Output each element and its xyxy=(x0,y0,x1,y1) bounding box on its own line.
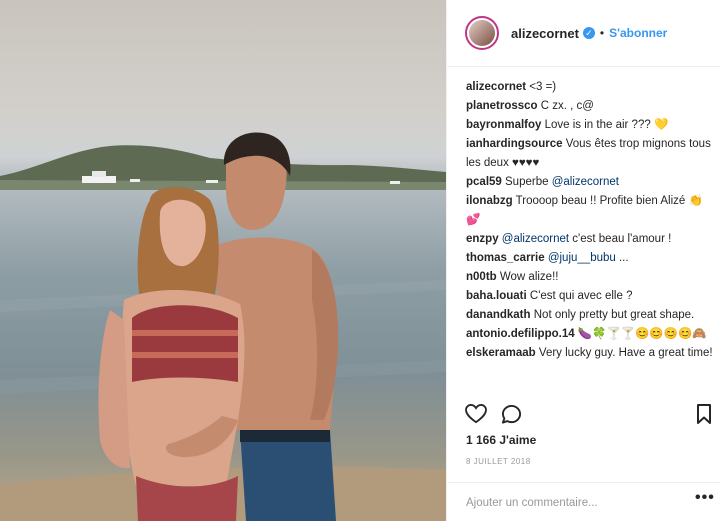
comment-mention[interactable]: @alizecornet xyxy=(502,233,569,245)
comment-username[interactable]: n00tb xyxy=(466,271,497,283)
comment-text: Love is in the air ??? 💛 xyxy=(544,119,669,131)
comment-username[interactable]: bayronmalfoy xyxy=(466,119,541,131)
comment-item: n00tb Wow alize!! xyxy=(466,268,716,287)
comment-text: Very lucky guy. Have a great time! xyxy=(538,347,713,359)
comments-list[interactable]: alizecornet <3 =) planetrossco C zx. , c… xyxy=(466,78,716,390)
comment-text: C zx. , c@ xyxy=(540,100,594,112)
avatar-image xyxy=(469,20,495,46)
comment-text: Not only pretty but great shape. xyxy=(533,309,695,321)
couple-beach-photo xyxy=(0,132,446,521)
comment-item: enzpy @alizecornet c'est beau l'amour ! xyxy=(466,230,716,249)
comment-item: planetrossco C zx. , c@ xyxy=(466,97,716,116)
comment-text: C'est qui avec elle ? xyxy=(529,290,633,302)
heart-icon[interactable] xyxy=(465,404,487,424)
comment-username[interactable]: planetrossco xyxy=(466,100,538,112)
comment-item: ilonabzg Troooop beau !! Profite bien Al… xyxy=(466,192,716,230)
post-username[interactable]: alizecornet xyxy=(511,26,579,41)
comment-text: ... xyxy=(618,252,629,264)
comment-username[interactable]: pcal59 xyxy=(466,176,502,188)
separator-dot: • xyxy=(599,26,605,40)
comment-text: c'est beau l'amour ! xyxy=(572,233,672,245)
comment-input[interactable] xyxy=(464,492,683,514)
comment-username[interactable]: elskeramaab xyxy=(466,347,536,359)
comment-item: danandkath Not only pretty but great sha… xyxy=(466,306,716,325)
add-comment-bar: ••• xyxy=(447,482,720,522)
comment-item: baha.louati C'est qui avec elle ? xyxy=(466,287,716,306)
verified-badge-icon: ✓ xyxy=(582,27,595,39)
comment-item: ianhardingsource Vous êtes trop mignons … xyxy=(466,135,716,173)
post-photo xyxy=(0,0,446,521)
comment-item: bayronmalfoy Love is in the air ??? 💛 xyxy=(466,116,716,135)
comment-username[interactable]: danandkath xyxy=(466,309,531,321)
comment-text: 🍆🍀🍸🍸😊😊😊😊🙈 xyxy=(577,328,707,340)
comment-username[interactable]: thomas_carrie xyxy=(466,252,545,264)
comment-mention[interactable]: @alizecornet xyxy=(552,176,619,188)
comment-username[interactable]: enzpy xyxy=(466,233,499,245)
comment-username[interactable]: ianhardingsource xyxy=(466,138,563,150)
post-side-panel: alizecornet ✓ • S'abonner alizecornet <3… xyxy=(446,0,720,521)
follow-button[interactable]: S'abonner xyxy=(609,26,667,40)
comment-item: alizecornet <3 =) xyxy=(466,78,716,97)
avatar[interactable] xyxy=(465,16,499,50)
bookmark-icon[interactable] xyxy=(696,404,712,424)
comment-text: <3 =) xyxy=(529,81,557,93)
comment-username[interactable]: baha.louati xyxy=(466,290,527,302)
comment-text: Superbe xyxy=(505,176,549,188)
likes-count[interactable]: 1 166 J'aime xyxy=(466,433,536,447)
post-actions-bar xyxy=(447,400,720,432)
comment-item: pcal59 Superbe @alizecornet xyxy=(466,173,716,192)
more-options-icon[interactable]: ••• xyxy=(695,489,715,507)
post-date: 8 JUILLET 2018 xyxy=(466,457,531,466)
comment-username[interactable]: antonio.defilippo.14 xyxy=(466,328,575,340)
comment-text: Wow alize!! xyxy=(499,271,559,283)
comment-item: thomas_carrie @juju__bubu ... xyxy=(466,249,716,268)
comment-mention[interactable]: @juju__bubu xyxy=(548,252,616,264)
comment-item: antonio.defilippo.14 🍆🍀🍸🍸😊😊😊😊🙈 xyxy=(466,325,716,344)
comment-username[interactable]: ilonabzg xyxy=(466,195,513,207)
comment-icon[interactable] xyxy=(501,404,522,425)
comment-item: elskeramaab Very lucky guy. Have a great… xyxy=(466,344,716,363)
comment-username[interactable]: alizecornet xyxy=(466,81,526,93)
post-header: alizecornet ✓ • S'abonner xyxy=(447,0,720,67)
